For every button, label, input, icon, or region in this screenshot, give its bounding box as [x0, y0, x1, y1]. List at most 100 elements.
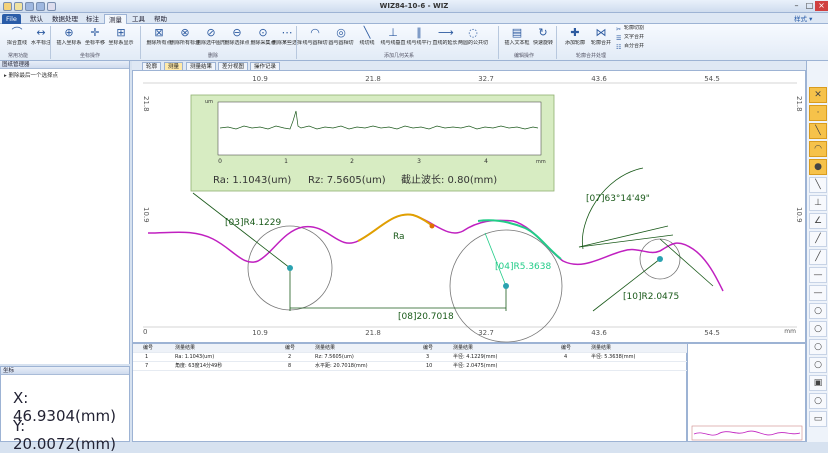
- ribbon-icon: ⊕: [64, 26, 74, 39]
- profile-svg[interactable]: 10.9 21.8 32.7 43.6 54.5 0 10.9 21.8 32.…: [133, 71, 807, 344]
- ribbon-button-24[interactable]: ☷ 百分合并: [616, 43, 656, 52]
- tab-file[interactable]: File: [2, 14, 21, 24]
- tree-item[interactable]: ▸ 删除最后一个选择点: [0, 69, 129, 81]
- angle-icon[interactable]: ∠: [809, 213, 827, 229]
- tab-tools[interactable]: 工具: [128, 14, 149, 24]
- thumbnail-preview[interactable]: [687, 343, 806, 442]
- ribbon-button-19[interactable]: ↻ 快速旋转: [528, 25, 558, 51]
- col-header: 编号: [561, 345, 572, 351]
- tab-help[interactable]: 帮助: [150, 14, 171, 24]
- profile-canvas[interactable]: 10.9 21.8 32.7 43.6 54.5 0 10.9 21.8 32.…: [132, 70, 806, 343]
- label-d08[interactable]: [08]20.7018: [398, 312, 454, 322]
- line-tool-icon[interactable]: ╲: [809, 123, 827, 139]
- circle-icon[interactable]: ○: [809, 321, 827, 337]
- image-icon[interactable]: ▣: [809, 375, 827, 391]
- label-a07[interactable]: [07]63°14'49": [586, 194, 650, 204]
- horizontal-icon[interactable]: —: [809, 285, 827, 301]
- point-marker[interactable]: [429, 223, 435, 229]
- inset-x-tick: 0: [218, 158, 222, 165]
- ribbon-button-10[interactable]: ⋯删除某些选择点: [272, 25, 302, 51]
- roughness-inset[interactable]: um 0 1 2 3 4 mm Ra: 1.1043(um) Rz: 7.560…: [190, 94, 555, 192]
- table-row[interactable]: 7 角度: 63度14分49秒 8 水平距: 20.7018(mm) 10 半径…: [133, 362, 688, 371]
- tick-label: 54.5: [704, 329, 720, 337]
- circle-icon[interactable]: ○: [809, 357, 827, 373]
- title-bar: WIZ84-10-6 - WIZ – □ ×: [0, 0, 828, 13]
- col-header: 编号: [423, 345, 434, 351]
- circle-icon[interactable]: ○: [809, 303, 827, 319]
- label-ra[interactable]: Ra: [393, 232, 405, 242]
- tick-label: 54.5: [704, 75, 720, 83]
- ribbon-icon: ⊘: [206, 26, 216, 39]
- table-row[interactable]: 1 Ra: 1.1043(um) 2 Rz: 7.5605(um) 3 半径: …: [133, 353, 688, 362]
- tick-label: 21.8: [795, 96, 803, 112]
- label-r10[interactable]: [10]R2.0475: [623, 292, 679, 302]
- circle-fill-icon[interactable]: ●: [809, 159, 827, 175]
- ribbon-label: 轮廓合并: [590, 40, 611, 46]
- coord-y: Y: 20.0072(mm): [13, 417, 116, 453]
- group-profile-merge: 轮廓合并处理: [576, 53, 607, 59]
- view-tab-measure[interactable]: 测量: [164, 62, 184, 70]
- coordinate-panel: 坐标 X: 46.9304(mm) Y: 20.0072(mm): [0, 366, 130, 453]
- ribbon-icon: ◌: [468, 26, 478, 39]
- ribbon-label: 文字合并: [624, 34, 645, 40]
- drawing-manager-panel: 图纸管理器 ▸ 删除最后一个选择点: [0, 61, 130, 364]
- center-marker[interactable]: [657, 256, 663, 262]
- ribbon-label: 直线的延长: [432, 40, 458, 46]
- ra-value: Ra: 1.1043(um): [213, 175, 291, 186]
- ribbon-button-21[interactable]: ⋈ 轮廓合并: [586, 25, 616, 51]
- tick-label: 10.9: [142, 207, 150, 223]
- inset-x-tick: 4: [484, 158, 488, 165]
- cross-select-icon[interactable]: ✕: [809, 87, 827, 103]
- rect-icon[interactable]: ▭: [809, 411, 827, 427]
- ribbon-button-17[interactable]: ◌两圆的公共切线: [458, 25, 488, 51]
- slash-icon[interactable]: ╱: [809, 249, 827, 265]
- view-tab-diff[interactable]: 差分视图: [218, 62, 249, 70]
- style-menu[interactable]: 样式 ▾: [790, 14, 816, 24]
- ribbon-icon: ↔: [36, 26, 46, 39]
- ribbon-icon: ☰: [616, 35, 622, 42]
- ribbon-icon: ⟶: [438, 26, 454, 39]
- slash-icon[interactable]: ╱: [809, 231, 827, 247]
- view-tab-log[interactable]: 操作记录: [250, 62, 281, 70]
- ribbon-label: 快速旋转: [532, 40, 553, 46]
- view-tab-results[interactable]: 测量结果: [186, 62, 217, 70]
- circle-icon[interactable]: ○: [809, 339, 827, 355]
- ribbon-button-23[interactable]: ☰ 文字合并: [616, 34, 656, 43]
- cutoff-value: 截止波长: 0.80(mm): [401, 173, 497, 186]
- inset-x-tick: 2: [350, 158, 354, 165]
- ribbon-button-1[interactable]: ↔ 水平标注: [26, 25, 56, 51]
- window-title: WIZ84-10-6 - WIZ: [379, 2, 449, 10]
- tab-default[interactable]: 默认: [26, 14, 47, 24]
- ribbon-icon: ☷: [616, 44, 622, 51]
- point-icon[interactable]: ·: [809, 105, 827, 121]
- rz-value: Rz: 7.5605(um): [308, 175, 386, 186]
- ribbon-icon: ⊠: [154, 26, 164, 39]
- arc-04-segment[interactable]: [477, 219, 562, 260]
- tick-label: 43.6: [591, 329, 607, 337]
- circle-icon[interactable]: ○: [809, 393, 827, 409]
- ribbon-icon: ▤: [511, 26, 523, 39]
- minimize-icon[interactable]: –: [790, 1, 803, 11]
- ribbon-label: 两圆的公共切线: [458, 40, 488, 46]
- close-icon[interactable]: ×: [815, 1, 828, 11]
- col-header: 测量结果: [175, 345, 196, 351]
- ribbon-label: 轮廓切割: [624, 25, 645, 31]
- diagonal-icon[interactable]: ╲: [809, 177, 827, 193]
- tab-measure[interactable]: 测量: [104, 14, 127, 24]
- center-marker[interactable]: [287, 265, 293, 271]
- ribbon-button-22[interactable]: ✂ 轮廓切割: [616, 25, 656, 34]
- tab-annotate[interactable]: 标注: [82, 14, 103, 24]
- arc-tool-icon[interactable]: ◠: [809, 141, 827, 157]
- dim-icon[interactable]: ⊥: [809, 195, 827, 211]
- horizontal-icon[interactable]: —: [809, 267, 827, 283]
- ribbon-icon: ⊙: [258, 26, 268, 39]
- label-r04[interactable]: [04]R5.3638: [495, 262, 551, 272]
- ribbon-button-16[interactable]: ⟶ 直线的延长: [430, 25, 460, 51]
- tab-data[interactable]: 数据处理: [48, 14, 82, 24]
- ribbon-button-4[interactable]: ⊞ 坐标系显示: [106, 25, 136, 51]
- center-marker[interactable]: [503, 283, 509, 289]
- col-header: 测量结果: [591, 345, 612, 351]
- label-r03[interactable]: [03]R4.1229: [225, 218, 281, 228]
- view-tab-profile[interactable]: 轮廓: [142, 62, 162, 70]
- ribbon-icon: ✚: [570, 26, 580, 39]
